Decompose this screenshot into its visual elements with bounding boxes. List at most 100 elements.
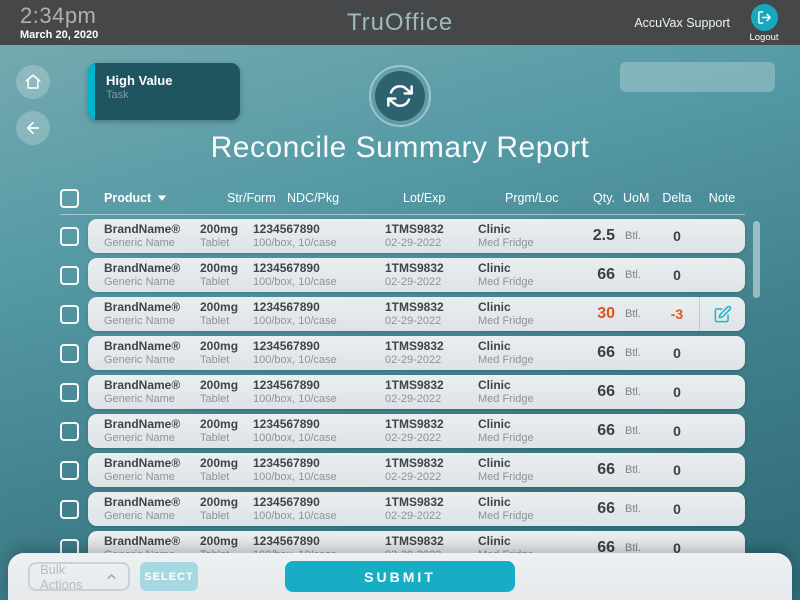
exp: 02-29-2022 <box>385 276 478 290</box>
column-header-product[interactable]: Product <box>104 191 200 205</box>
logout-icon <box>751 4 778 31</box>
row-checkbox[interactable] <box>60 422 79 441</box>
form: Tablet <box>200 276 253 290</box>
qty-value: 66 <box>560 383 615 401</box>
table-header: Product Str/Form NDC/Pkg Lot/Exp Prgm/Lo… <box>60 185 745 211</box>
pkg: 100/box, 10/case <box>253 354 385 368</box>
ndc-pkg-cell: 1234567890 100/box, 10/case <box>253 339 385 368</box>
select-button[interactable]: SELECT <box>140 562 198 591</box>
scrollbar-thumb[interactable] <box>753 221 760 298</box>
note-cell <box>699 258 745 292</box>
lot: 1TMS9832 <box>385 261 478 276</box>
location: Med Fridge <box>478 393 560 407</box>
exp: 02-29-2022 <box>385 471 478 485</box>
ndc-pkg-cell: 1234567890 100/box, 10/case <box>253 261 385 290</box>
support-link[interactable]: AccuVax Support <box>634 16 730 30</box>
generic-name: Generic Name <box>104 315 200 329</box>
row-checkbox[interactable] <box>60 344 79 363</box>
search-input[interactable] <box>620 62 800 92</box>
note-edit-button[interactable] <box>713 305 732 324</box>
top-bar: 2:34pm March 20, 2020 TruOffice AccuVax … <box>0 0 800 45</box>
str-form-cell: 200mg Tablet <box>200 378 253 407</box>
row-checkbox[interactable] <box>60 461 79 480</box>
table-row: BrandName® Generic Name 200mg Tablet 123… <box>60 219 745 253</box>
lot: 1TMS9832 <box>385 378 478 393</box>
strength: 200mg <box>200 378 253 393</box>
task-accent-bar <box>88 63 95 120</box>
table-row: BrandName® Generic Name 200mg Tablet 123… <box>60 414 745 448</box>
uom-value: Btl. <box>615 269 655 281</box>
row-card: BrandName® Generic Name 200mg Tablet 123… <box>88 453 745 487</box>
logout-button[interactable]: Logout <box>742 4 786 43</box>
qty-value: 66 <box>560 500 615 518</box>
table-row: BrandName® Generic Name 200mg Tablet 123… <box>60 492 745 526</box>
home-button[interactable] <box>16 65 50 99</box>
row-card: BrandName® Generic Name 200mg Tablet 123… <box>88 297 745 331</box>
table-row: BrandName® Generic Name 200mg Tablet 123… <box>60 336 745 370</box>
bulk-actions-dropdown[interactable]: Bulk Actions <box>28 562 130 591</box>
pkg: 100/box, 10/case <box>253 432 385 446</box>
refresh-button[interactable] <box>369 65 431 127</box>
row-checkbox[interactable] <box>60 227 79 246</box>
row-checkbox[interactable] <box>60 305 79 324</box>
pkg: 100/box, 10/case <box>253 315 385 329</box>
table-body: BrandName® Generic Name 200mg Tablet 123… <box>60 219 745 565</box>
program: Clinic <box>478 300 560 315</box>
location: Med Fridge <box>478 276 560 290</box>
brand-name: BrandName® <box>104 300 200 315</box>
row-card: BrandName® Generic Name 200mg Tablet 123… <box>88 336 745 370</box>
location: Med Fridge <box>478 432 560 446</box>
ndc: 1234567890 <box>253 339 385 354</box>
product-cell: BrandName® Generic Name <box>104 339 200 368</box>
row-checkbox[interactable] <box>60 500 79 519</box>
delta-value: 0 <box>655 462 699 478</box>
prgm-loc-cell: Clinic Med Fridge <box>478 339 560 368</box>
row-checkbox[interactable] <box>60 383 79 402</box>
program: Clinic <box>478 339 560 354</box>
pkg: 100/box, 10/case <box>253 510 385 524</box>
ndc: 1234567890 <box>253 456 385 471</box>
note-cell <box>699 453 745 487</box>
note-cell <box>699 219 745 253</box>
submit-button[interactable]: SUBMIT <box>285 561 515 592</box>
location: Med Fridge <box>478 237 560 251</box>
strength: 200mg <box>200 417 253 432</box>
search-box <box>620 62 775 92</box>
task-subtitle: Task <box>106 89 240 101</box>
lot-exp-cell: 1TMS9832 02-29-2022 <box>385 222 478 251</box>
form: Tablet <box>200 315 253 329</box>
ndc: 1234567890 <box>253 534 385 549</box>
prgm-loc-cell: Clinic Med Fridge <box>478 300 560 329</box>
str-form-cell: 200mg Tablet <box>200 222 253 251</box>
brand-name: BrandName® <box>104 261 200 276</box>
select-all-checkbox[interactable] <box>60 189 79 208</box>
column-header-delta: Delta <box>655 191 699 205</box>
uom-value: Btl. <box>615 308 655 320</box>
page-title: Reconcile Summary Report <box>0 131 800 165</box>
pkg: 100/box, 10/case <box>253 237 385 251</box>
ndc-pkg-cell: 1234567890 100/box, 10/case <box>253 222 385 251</box>
reconcile-table: Product Str/Form NDC/Pkg Lot/Exp Prgm/Lo… <box>60 185 745 570</box>
prgm-loc-cell: Clinic Med Fridge <box>478 222 560 251</box>
delta-value: 0 <box>655 228 699 244</box>
product-cell: BrandName® Generic Name <box>104 417 200 446</box>
exp: 02-29-2022 <box>385 432 478 446</box>
prgm-loc-cell: Clinic Med Fridge <box>478 378 560 407</box>
product-cell: BrandName® Generic Name <box>104 222 200 251</box>
qty-value: 66 <box>560 461 615 479</box>
ndc: 1234567890 <box>253 222 385 237</box>
lot: 1TMS9832 <box>385 339 478 354</box>
exp: 02-29-2022 <box>385 393 478 407</box>
row-checkbox[interactable] <box>60 266 79 285</box>
location: Med Fridge <box>478 471 560 485</box>
brand-name: BrandName® <box>104 534 200 549</box>
uom-value: Btl. <box>615 386 655 398</box>
program: Clinic <box>478 495 560 510</box>
program: Clinic <box>478 378 560 393</box>
exp: 02-29-2022 <box>385 354 478 368</box>
pkg: 100/box, 10/case <box>253 471 385 485</box>
str-form-cell: 200mg Tablet <box>200 417 253 446</box>
ndc-pkg-cell: 1234567890 100/box, 10/case <box>253 456 385 485</box>
chevron-up-icon <box>105 570 118 583</box>
ndc: 1234567890 <box>253 417 385 432</box>
